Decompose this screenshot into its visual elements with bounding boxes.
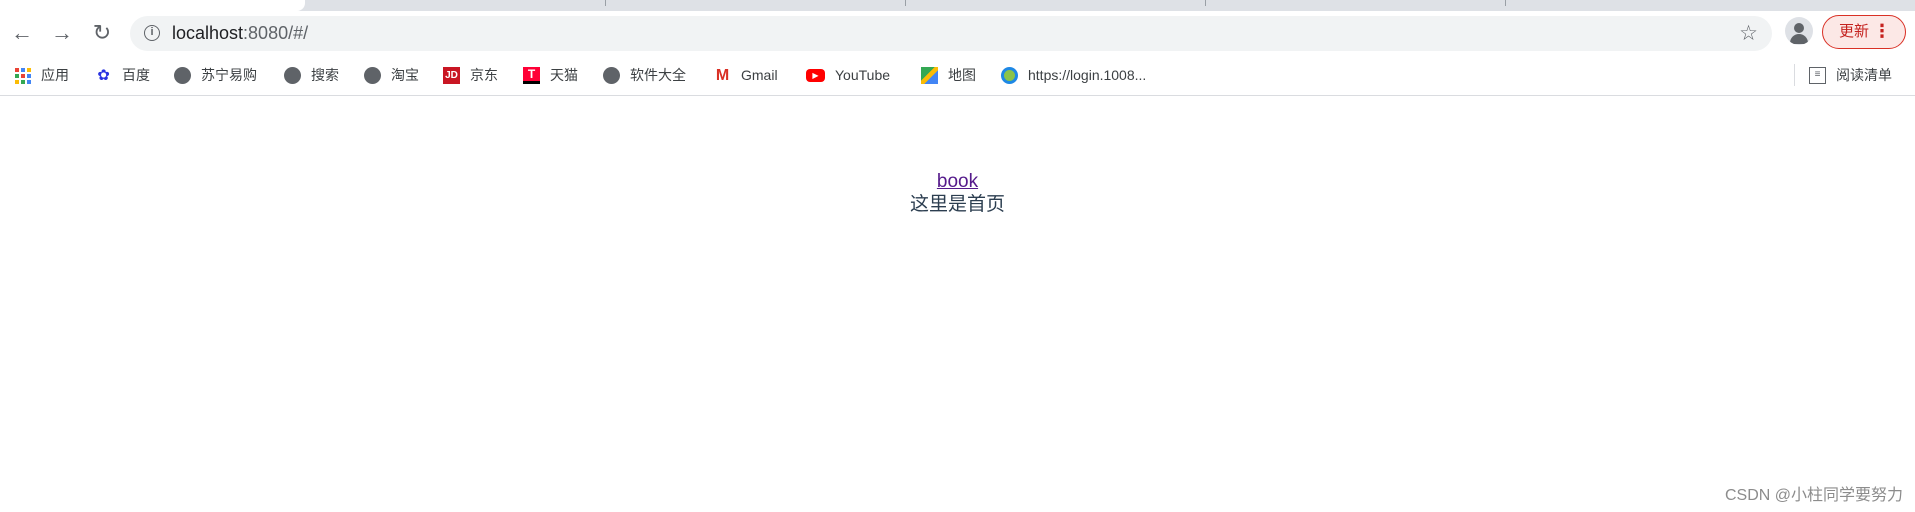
bookmark-jd[interactable]: JD 京东	[443, 65, 498, 85]
more-menu-icon[interactable]: ⋮	[1873, 16, 1891, 47]
active-tab[interactable]	[0, 0, 305, 11]
globe-icon	[364, 66, 381, 84]
bookmark-label: 苏宁易购	[201, 67, 257, 83]
bookmark-youtube[interactable]: ▶ YouTube	[806, 65, 890, 85]
bookmark-label: 京东	[470, 67, 498, 83]
tmall-icon: T	[523, 66, 540, 84]
bookmark-label: 软件大全	[630, 67, 686, 83]
address-bar[interactable]: i localhost:8080/#/ ☆	[130, 16, 1772, 51]
maps-icon	[921, 66, 938, 84]
home-text: 这里是首页	[909, 194, 1005, 215]
bookmark-label: Gmail	[741, 67, 778, 83]
bookmark-search[interactable]: 搜索	[284, 65, 339, 85]
reading-list-button[interactable]: ≡ 阅读清单	[1809, 65, 1892, 85]
url-host: localhost	[172, 23, 244, 43]
browser-toolbar: ← → ↻ i localhost:8080/#/ ☆ 更新 ⋮	[0, 11, 1915, 55]
tab-separator	[1205, 0, 1206, 6]
tab-separator	[605, 0, 606, 6]
bookmark-label: 搜索	[311, 67, 339, 83]
reading-list-label: 阅读清单	[1836, 67, 1892, 83]
globe-icon	[174, 66, 191, 84]
bookmark-label: 应用	[41, 67, 69, 83]
reading-list-icon: ≡	[1809, 66, 1826, 84]
reload-icon[interactable]: ↻	[88, 19, 116, 47]
bookmark-suning[interactable]: 苏宁易购	[174, 65, 257, 85]
bookmark-maps[interactable]: 地图	[921, 65, 976, 85]
bookmark-label: 天猫	[550, 67, 578, 83]
apps-grid-icon	[14, 67, 31, 84]
bookmark-apps[interactable]: 应用	[14, 65, 69, 85]
update-button[interactable]: 更新 ⋮	[1822, 15, 1906, 49]
bookmark-gmail[interactable]: M Gmail	[714, 65, 778, 85]
back-icon[interactable]: ←	[8, 19, 36, 47]
book-link[interactable]: book	[937, 171, 978, 193]
bookmark-star-icon[interactable]: ☆	[1739, 21, 1758, 46]
bookmark-taobao[interactable]: 淘宝	[364, 65, 419, 85]
tab-strip	[0, 0, 1915, 11]
bookmark-label: 百度	[122, 67, 150, 83]
china-mobile-icon	[1001, 66, 1018, 84]
youtube-icon: ▶	[806, 68, 825, 82]
url-path: :8080/#/	[243, 23, 309, 43]
bookmark-label: 淘宝	[391, 67, 419, 83]
forward-icon[interactable]: →	[48, 19, 76, 47]
bookmarks-bar: 应用 ✿ 百度 苏宁易购 搜索 淘宝 JD 京东 T 天猫 软件大全 M Gma…	[0, 55, 1915, 96]
bookmark-tmall[interactable]: T 天猫	[523, 65, 578, 85]
tab-separator	[905, 0, 906, 6]
globe-icon	[284, 66, 301, 84]
bookmark-login[interactable]: https://login.1008...	[1001, 65, 1146, 85]
gmail-icon: M	[715, 66, 730, 84]
jd-icon: JD	[443, 66, 460, 84]
baidu-icon: ✿	[97, 66, 110, 84]
update-label: 更新	[1839, 23, 1870, 40]
globe-icon	[603, 66, 620, 84]
bookmarks-divider	[1794, 64, 1795, 86]
profile-avatar-icon[interactable]	[1785, 17, 1813, 45]
bookmark-label: https://login.1008...	[1028, 67, 1147, 83]
bookmark-baidu[interactable]: ✿ 百度	[95, 65, 150, 85]
url-text[interactable]: localhost:8080/#/	[172, 23, 308, 44]
bookmark-label: YouTube	[835, 67, 891, 83]
tab-separator	[1505, 0, 1506, 6]
bookmark-software[interactable]: 软件大全	[603, 65, 686, 85]
watermark: CSDN @小柱同学要努力	[1724, 487, 1903, 504]
site-info-icon[interactable]: i	[144, 25, 160, 41]
page-content: book 这里是首页	[0, 97, 1915, 217]
bookmark-label: 地图	[948, 67, 976, 83]
